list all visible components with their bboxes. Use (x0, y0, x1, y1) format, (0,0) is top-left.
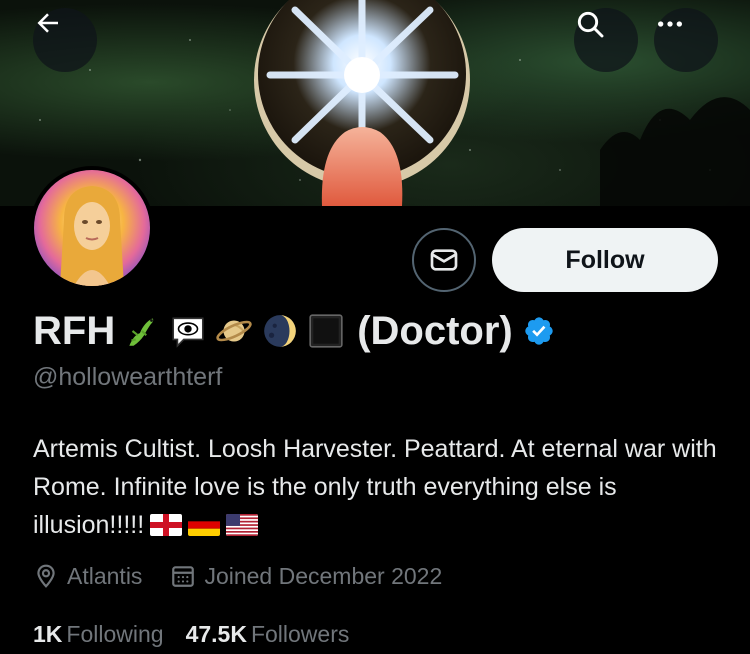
join-date-text: Joined December 2022 (204, 562, 443, 589)
avatar[interactable] (30, 166, 154, 290)
bio-text: Artemis Cultist. Loosh Harvester. Peatta… (33, 435, 717, 539)
profile-page: Follow RFH (Doctor) @hollowearthterf Art… (0, 0, 750, 654)
display-name-suffix: (Doctor) (357, 308, 513, 353)
profile-meta: Atlantis Joined December 2022 (33, 558, 470, 594)
england-flag-icon (150, 514, 183, 536)
search-icon (577, 11, 604, 38)
moon-face-icon (264, 315, 297, 347)
avatar-image (34, 170, 150, 286)
following-link[interactable]: 1K Following (33, 621, 164, 648)
lizard-emoji-icon (129, 318, 154, 346)
join-date: Joined December 2022 (170, 563, 442, 590)
arrow-left-icon (37, 13, 58, 33)
followers-count: 47.5K (185, 620, 247, 647)
display-name: RFH (33, 308, 116, 353)
location-pin-icon (37, 564, 55, 588)
calendar-icon (172, 566, 195, 587)
message-button[interactable] (412, 228, 476, 292)
search-button[interactable] (574, 8, 638, 72)
display-name-row: RFH (Doctor) (33, 306, 555, 356)
germany-flag-icon (188, 514, 221, 536)
back-button[interactable] (33, 8, 97, 72)
bio: Artemis Cultist. Loosh Harvester. Peatta… (33, 430, 723, 544)
black-square-icon (309, 314, 343, 348)
followers-link[interactable]: 47.5K Followers (186, 621, 350, 648)
following-count: 1K (33, 620, 63, 647)
eye-in-speech-bubble-icon (172, 317, 204, 348)
followers-label: Followers (250, 620, 350, 647)
verified-badge-icon[interactable] (523, 315, 555, 347)
usa-flag-icon (226, 514, 259, 536)
user-handle: @hollowearthterf (33, 363, 223, 391)
more-horizontal-icon (658, 21, 682, 27)
location-text: Atlantis (67, 562, 143, 589)
envelope-icon (430, 249, 458, 271)
ringed-planet-icon (216, 320, 252, 342)
more-options-button[interactable] (654, 8, 718, 72)
follow-stats: 1K Following 47.5K Followers (33, 616, 371, 652)
following-label: Following (66, 620, 164, 647)
location: Atlantis (33, 563, 142, 590)
follow-button[interactable]: Follow (492, 228, 718, 292)
